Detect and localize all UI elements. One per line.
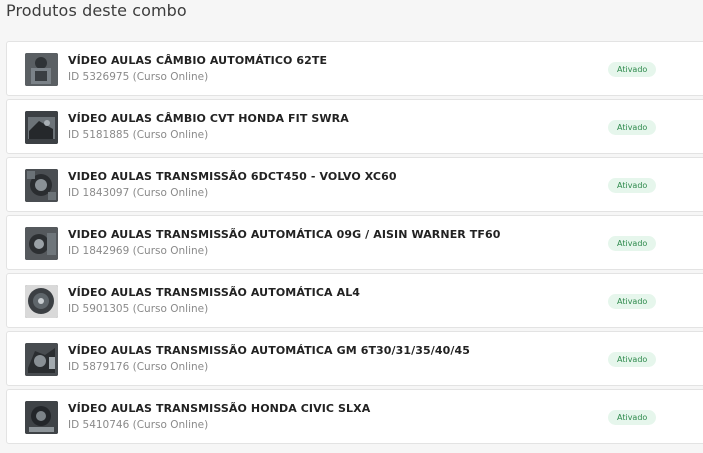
product-meta: ID 5901305 (Curso Online) xyxy=(68,303,209,315)
product-meta: ID 5410746 (Curso Online) xyxy=(68,419,209,431)
status-badge: Ativado xyxy=(608,178,657,193)
product-thumbnail xyxy=(25,227,58,260)
status-badge: Ativado xyxy=(608,352,657,367)
product-thumbnail xyxy=(25,53,58,86)
product-row[interactable]: VIDEO AULAS TRANSMISSÃO 6DCT450 - VOLVO … xyxy=(6,157,703,212)
product-title: VÍDEO AULAS TRANSMISSÃO AUTOMÁTICA AL4 xyxy=(68,286,361,299)
product-meta: ID 5326975 (Curso Online) xyxy=(68,71,209,83)
section-title: Produtos deste combo xyxy=(6,1,187,20)
product-list: VÍDEO AULAS CÂMBIO AUTOMÁTICO 62TE ID 53… xyxy=(6,41,703,447)
combo-products-page: Produtos deste combo VÍDEO AULAS CÂMBIO … xyxy=(0,0,703,453)
product-title: VÍDEO AULAS CÂMBIO CVT HONDA FIT SWRA xyxy=(68,112,349,125)
status-badge: Ativado xyxy=(608,294,657,309)
product-meta: ID 1842969 (Curso Online) xyxy=(68,245,209,257)
status-badge: Ativado xyxy=(608,410,657,425)
product-row[interactable]: VIDEO AULAS TRANSMISSÃO AUTOMÁTICA 09G /… xyxy=(6,215,703,270)
status-badge: Ativado xyxy=(608,62,657,77)
product-row[interactable]: VÍDEO AULAS CÂMBIO CVT HONDA FIT SWRA ID… xyxy=(6,99,703,154)
product-thumbnail xyxy=(25,111,58,144)
product-row[interactable]: VÍDEO AULAS TRANSMISSÃO HONDA CIVIC SLXA… xyxy=(6,389,703,444)
product-title: VIDEO AULAS TRANSMISSÃO AUTOMÁTICA 09G /… xyxy=(68,228,501,241)
product-meta: ID 5879176 (Curso Online) xyxy=(68,361,209,373)
product-thumbnail xyxy=(25,169,58,202)
product-thumbnail xyxy=(25,285,58,318)
product-row[interactable]: VÍDEO AULAS CÂMBIO AUTOMÁTICO 62TE ID 53… xyxy=(6,41,703,96)
status-badge: Ativado xyxy=(608,236,657,251)
product-meta: ID 5181885 (Curso Online) xyxy=(68,129,209,141)
product-thumbnail xyxy=(25,343,58,376)
product-title: VÍDEO AULAS CÂMBIO AUTOMÁTICO 62TE xyxy=(68,54,328,67)
product-row[interactable]: VÍDEO AULAS TRANSMISSÃO AUTOMÁTICA GM 6T… xyxy=(6,331,703,386)
product-meta: ID 1843097 (Curso Online) xyxy=(68,187,209,199)
product-title: VIDEO AULAS TRANSMISSÃO 6DCT450 - VOLVO … xyxy=(68,170,397,183)
product-title: VÍDEO AULAS TRANSMISSÃO HONDA CIVIC SLXA xyxy=(68,402,371,415)
status-badge: Ativado xyxy=(608,120,657,135)
product-thumbnail xyxy=(25,401,58,434)
product-row[interactable]: VÍDEO AULAS TRANSMISSÃO AUTOMÁTICA AL4 I… xyxy=(6,273,703,328)
product-title: VÍDEO AULAS TRANSMISSÃO AUTOMÁTICA GM 6T… xyxy=(68,344,471,357)
